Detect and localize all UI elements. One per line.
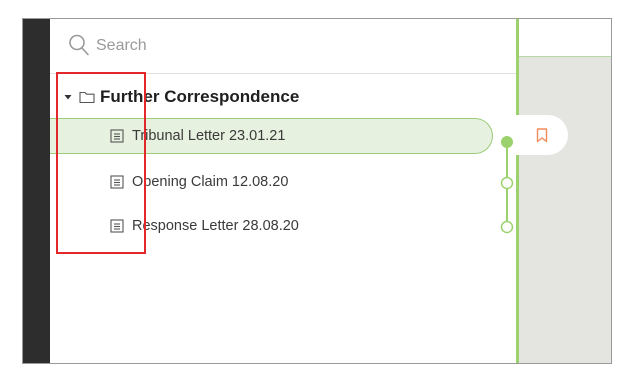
timeline-node-active [501, 136, 513, 148]
document-timeline [500, 136, 514, 234]
app-window: Further Correspondence Tribunal Letter 2… [22, 18, 612, 364]
viewer-header [519, 19, 611, 57]
bookmark-button[interactable] [516, 115, 568, 155]
search-icon[interactable] [68, 33, 90, 57]
bookmark-icon[interactable] [536, 127, 548, 143]
search-input[interactable] [96, 33, 476, 59]
document-label: Tribunal Letter 23.01.21 [132, 128, 286, 144]
annotation-highlight-box [56, 72, 146, 254]
document-label: Response Letter 28.08.20 [132, 218, 299, 234]
search-bar [50, 19, 516, 74]
timeline-node [500, 220, 514, 234]
document-viewer-pane [516, 19, 611, 363]
left-dark-strip [23, 19, 50, 363]
timeline-node [500, 176, 514, 190]
document-label: Opening Claim 12.08.20 [132, 174, 289, 190]
